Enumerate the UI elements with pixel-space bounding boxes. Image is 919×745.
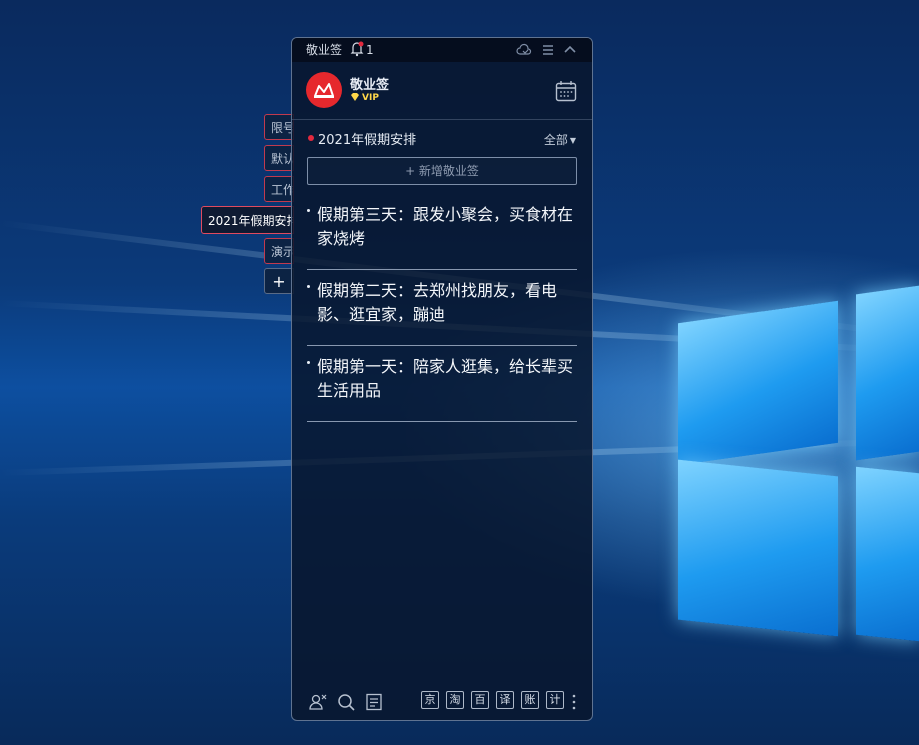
vip-label: VIP [362,93,379,103]
note-text: 假期第二天：去郑州找朋友，看电影、逛宜家，蹦迪 [317,281,558,324]
side-tab-default[interactable]: 默认 [264,145,294,171]
bullet [307,361,310,364]
footer-toolbar: 京 淘 百 译 账 计 [292,684,592,720]
notification-count: 1 [366,43,374,57]
collapse-icon[interactable] [562,42,578,58]
note-item[interactable]: 假期第三天：跟发小聚会，买食材在家烧烤 [307,203,577,270]
windows-logo-pane [856,466,919,642]
section-dot [308,135,314,141]
calendar-icon[interactable] [555,80,577,102]
app-logo [314,83,334,98]
section-header: 2021年假期安排 全部 ▼ [292,127,592,149]
notes-list-icon[interactable] [364,692,384,712]
add-category-button[interactable]: + [264,268,294,294]
filter-label: 全部 [543,133,568,147]
avatar[interactable] [306,72,342,108]
app-title: 敬业签 [306,43,343,57]
diamond-icon [351,93,359,101]
note-text: 假期第一天：陪家人逛集，给长辈买生活用品 [317,357,574,400]
caret-down-icon: ▼ [569,136,576,145]
vip-badge[interactable]: VIP [350,93,379,103]
divider [292,119,592,120]
windows-logo-pane [678,459,838,637]
jd-shortcut[interactable]: 京 [421,691,439,709]
filter-dropdown[interactable]: 全部 ▼ [544,131,576,148]
add-category-label: + [272,272,286,291]
calculator-shortcut[interactable]: 计 [546,691,564,709]
windows-logo-pane [856,285,919,461]
translate-shortcut[interactable]: 译 [496,691,514,709]
notes-widget: 敬业签 1 敬业签 VIP 2021年假期安排 全部 ▼ + 新增敬业签 假期第… [291,37,593,721]
baidu-shortcut[interactable]: 百 [471,691,489,709]
side-tab-label: 2021年假期安排 [208,214,294,228]
ledger-shortcut[interactable]: 账 [521,691,539,709]
add-note-button[interactable]: + 新增敬业签 [307,157,577,185]
user-header: 敬业签 VIP [292,62,592,118]
more-icon[interactable] [571,692,577,712]
title-bar: 敬业签 1 [292,38,592,62]
note-item[interactable]: 假期第二天：去郑州找朋友，看电影、逛宜家，蹦迪 [307,279,577,346]
section-title: 2021年假期安排 [318,133,417,148]
side-tab-work[interactable]: 工作 [264,176,294,202]
bullet [307,285,310,288]
side-tab-holiday-2021[interactable]: 2021年假期安排 [201,206,294,234]
menu-icon[interactable] [540,42,556,58]
search-icon[interactable] [336,692,356,712]
bell-icon[interactable] [350,41,364,57]
bullet [307,209,310,212]
side-tab-limit[interactable]: 限号 [264,114,294,140]
contacts-icon[interactable] [308,692,328,712]
taobao-shortcut[interactable]: 淘 [446,691,464,709]
side-tab-demo[interactable]: 演示 [264,238,294,264]
windows-logo-pane [678,300,838,466]
cloud-sync-icon[interactable] [516,42,532,58]
user-name: 敬业签 [350,78,390,93]
note-text: 假期第三天：跟发小聚会，买食材在家烧烤 [317,205,574,248]
note-item[interactable]: 假期第一天：陪家人逛集，给长辈买生活用品 [307,355,577,422]
